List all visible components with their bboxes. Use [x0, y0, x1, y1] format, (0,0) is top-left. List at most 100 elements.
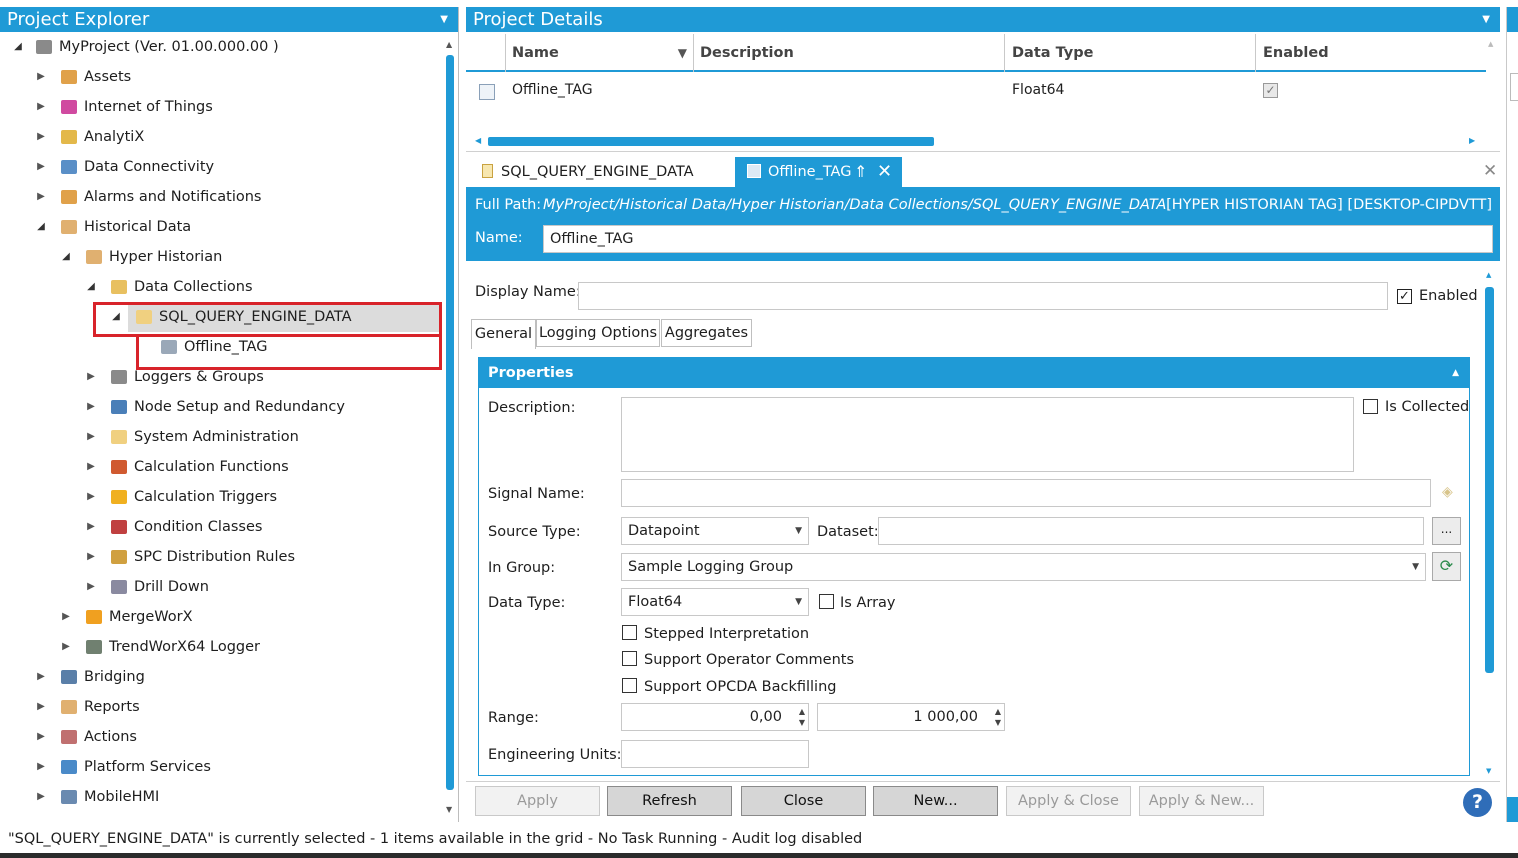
tree-item[interactable]: ▶ Platform Services: [0, 752, 440, 782]
collapsed-arrow-icon[interactable]: ▶: [85, 572, 97, 602]
close-button[interactable]: Close: [741, 786, 866, 816]
apply-new-button[interactable]: Apply & New...: [1139, 786, 1264, 816]
grid-hscrollbar[interactable]: [488, 137, 934, 146]
collapsed-arrow-icon[interactable]: ▶: [35, 692, 47, 722]
close-icon[interactable]: ✕: [1483, 161, 1497, 181]
source-type-select[interactable]: Datapoint ▼: [621, 517, 809, 545]
description-field[interactable]: [621, 397, 1354, 472]
stepped-interpretation-checkbox[interactable]: [622, 625, 637, 640]
properties-header[interactable]: Properties ▲: [479, 358, 1469, 388]
tree-item[interactable]: ◢ Hyper Historian: [0, 242, 440, 272]
subtab-logging-options[interactable]: Logging Options: [536, 319, 660, 347]
tree-item[interactable]: ▶ MergeWorX: [0, 602, 440, 632]
tab-offline-tag[interactable]: Offline_TAG ⇑ ✕: [735, 157, 902, 187]
form-scroll-up-icon[interactable]: ▲: [1486, 271, 1491, 279]
is-collected-checkbox[interactable]: [1363, 399, 1378, 414]
grid-scroll-up-icon[interactable]: ▲: [1488, 40, 1493, 48]
dataset-field[interactable]: [878, 517, 1424, 545]
signal-name-field[interactable]: [621, 479, 1431, 507]
expanded-arrow-icon[interactable]: ◢: [85, 272, 97, 302]
cell-enabled-checkbox[interactable]: ✓: [1263, 83, 1278, 98]
tree-item[interactable]: ▶ Bridging: [0, 662, 440, 692]
tag-browse-icon[interactable]: ◈: [1442, 484, 1453, 500]
engineering-units-field[interactable]: [621, 740, 809, 768]
scroll-right-icon[interactable]: ▶: [1469, 136, 1475, 145]
tree-item[interactable]: ▶ MobileHMI: [0, 782, 440, 812]
expanded-arrow-icon[interactable]: ◢: [12, 32, 24, 62]
spinner-icon[interactable]: ▲ ▼: [799, 706, 805, 728]
column-header-name[interactable]: Name ▼: [506, 34, 694, 72]
tree-item[interactable]: ▶ Reports: [0, 692, 440, 722]
form-scrollbar[interactable]: [1485, 287, 1494, 673]
expanded-arrow-icon[interactable]: ◢: [60, 242, 72, 272]
collapsed-arrow-icon[interactable]: ▶: [35, 152, 47, 182]
chevron-down-icon[interactable]: ▼: [1482, 7, 1490, 32]
enabled-checkbox[interactable]: ✓: [1397, 289, 1412, 304]
opcda-backfilling-checkbox[interactable]: [622, 678, 637, 693]
range-low-field[interactable]: 0,00 ▲ ▼: [621, 703, 809, 731]
data-type-select[interactable]: Float64 ▼: [621, 588, 809, 616]
chevron-down-icon[interactable]: ▼: [440, 7, 448, 32]
collapsed-arrow-icon[interactable]: ▶: [35, 782, 47, 812]
form-scroll-down-icon[interactable]: ▼: [1486, 767, 1491, 775]
collapsed-arrow-icon[interactable]: ▶: [35, 752, 47, 782]
is-array-checkbox[interactable]: [819, 594, 834, 609]
scroll-left-icon[interactable]: ◀: [475, 136, 481, 145]
tree-item[interactable]: ▶ TrendWorX64 Logger: [0, 632, 440, 662]
operator-comments-checkbox[interactable]: [622, 651, 637, 666]
expanded-arrow-icon[interactable]: ◢: [35, 212, 47, 242]
collapsed-arrow-icon[interactable]: ▶: [85, 482, 97, 512]
explorer-scrollbar[interactable]: [446, 55, 454, 790]
collapsed-arrow-icon[interactable]: ▶: [85, 392, 97, 422]
table-row[interactable]: Offline_TAG Float64 ✓: [466, 74, 1486, 108]
tree-item[interactable]: ▶ Calculation Triggers: [0, 482, 440, 512]
tree-item[interactable]: ▶ Alarms and Notifications: [0, 182, 440, 212]
collapsed-arrow-icon[interactable]: ▶: [35, 182, 47, 212]
tree-item[interactable]: ◢ Data Collections: [0, 272, 440, 302]
close-tab-icon[interactable]: ✕: [877, 157, 892, 187]
spinner-icon[interactable]: ▲ ▼: [995, 706, 1001, 728]
collapsed-arrow-icon[interactable]: ▶: [85, 542, 97, 572]
collapsed-arrow-icon[interactable]: ▶: [85, 362, 97, 392]
filter-icon[interactable]: ▼: [678, 34, 687, 72]
tree-item[interactable]: ▶ System Administration: [0, 422, 440, 452]
in-group-select[interactable]: Sample Logging Group ▼: [621, 553, 1426, 581]
name-field[interactable]: Offline_TAG: [543, 225, 1493, 253]
column-header-description[interactable]: Description: [694, 34, 1005, 72]
tree-item[interactable]: ▶ Assets: [0, 62, 440, 92]
collapsed-arrow-icon[interactable]: ▶: [85, 512, 97, 542]
column-header-enabled[interactable]: Enabled: [1256, 34, 1486, 72]
subtab-aggregates[interactable]: Aggregates: [661, 319, 752, 347]
subtab-general[interactable]: General: [471, 319, 536, 349]
range-high-field[interactable]: 1 000,00 ▲ ▼: [817, 703, 1005, 731]
tree-item[interactable]: ◢ MyProject (Ver. 01.00.000.00 ): [0, 32, 440, 62]
tree-item[interactable]: ▶ AnalytiX: [0, 122, 440, 152]
column-header-data-type[interactable]: Data Type: [1005, 34, 1256, 72]
tree-item[interactable]: ▶ Node Setup and Redundancy: [0, 392, 440, 422]
collapsed-arrow-icon[interactable]: ▶: [35, 122, 47, 152]
tree-item[interactable]: ▶ Condition Classes: [0, 512, 440, 542]
collapse-icon[interactable]: ▲: [1452, 358, 1459, 388]
collapsed-arrow-icon[interactable]: ▶: [35, 722, 47, 752]
tree-item[interactable]: ▶ SPC Distribution Rules: [0, 542, 440, 572]
tab-sql-query-engine-data[interactable]: SQL_QUERY_ENGINE_DATA: [474, 157, 734, 187]
tree-item[interactable]: ▶ Internet of Things: [0, 92, 440, 122]
dataset-browse-button[interactable]: ...: [1432, 517, 1461, 545]
refresh-group-icon[interactable]: ⟳: [1432, 552, 1461, 581]
refresh-button[interactable]: Refresh: [607, 786, 732, 816]
collapsed-arrow-icon[interactable]: ▶: [85, 452, 97, 482]
collapsed-arrow-icon[interactable]: ▶: [35, 92, 47, 122]
tree-item[interactable]: ▶ Drill Down: [0, 572, 440, 602]
tree-item[interactable]: ▶ Calculation Functions: [0, 452, 440, 482]
pin-icon[interactable]: ⇑: [854, 157, 867, 187]
collapsed-arrow-icon[interactable]: ▶: [35, 62, 47, 92]
tree-item[interactable]: ◢ Historical Data: [0, 212, 440, 242]
scroll-down-icon[interactable]: ▼: [446, 805, 452, 814]
apply-close-button[interactable]: Apply & Close: [1006, 786, 1131, 816]
apply-button[interactable]: Apply: [475, 786, 600, 816]
scroll-up-icon[interactable]: ▲: [446, 40, 452, 49]
help-icon[interactable]: ?: [1463, 788, 1492, 817]
collapsed-arrow-icon[interactable]: ▶: [60, 602, 72, 632]
collapsed-arrow-icon[interactable]: ▶: [35, 662, 47, 692]
display-name-field[interactable]: [578, 282, 1388, 310]
